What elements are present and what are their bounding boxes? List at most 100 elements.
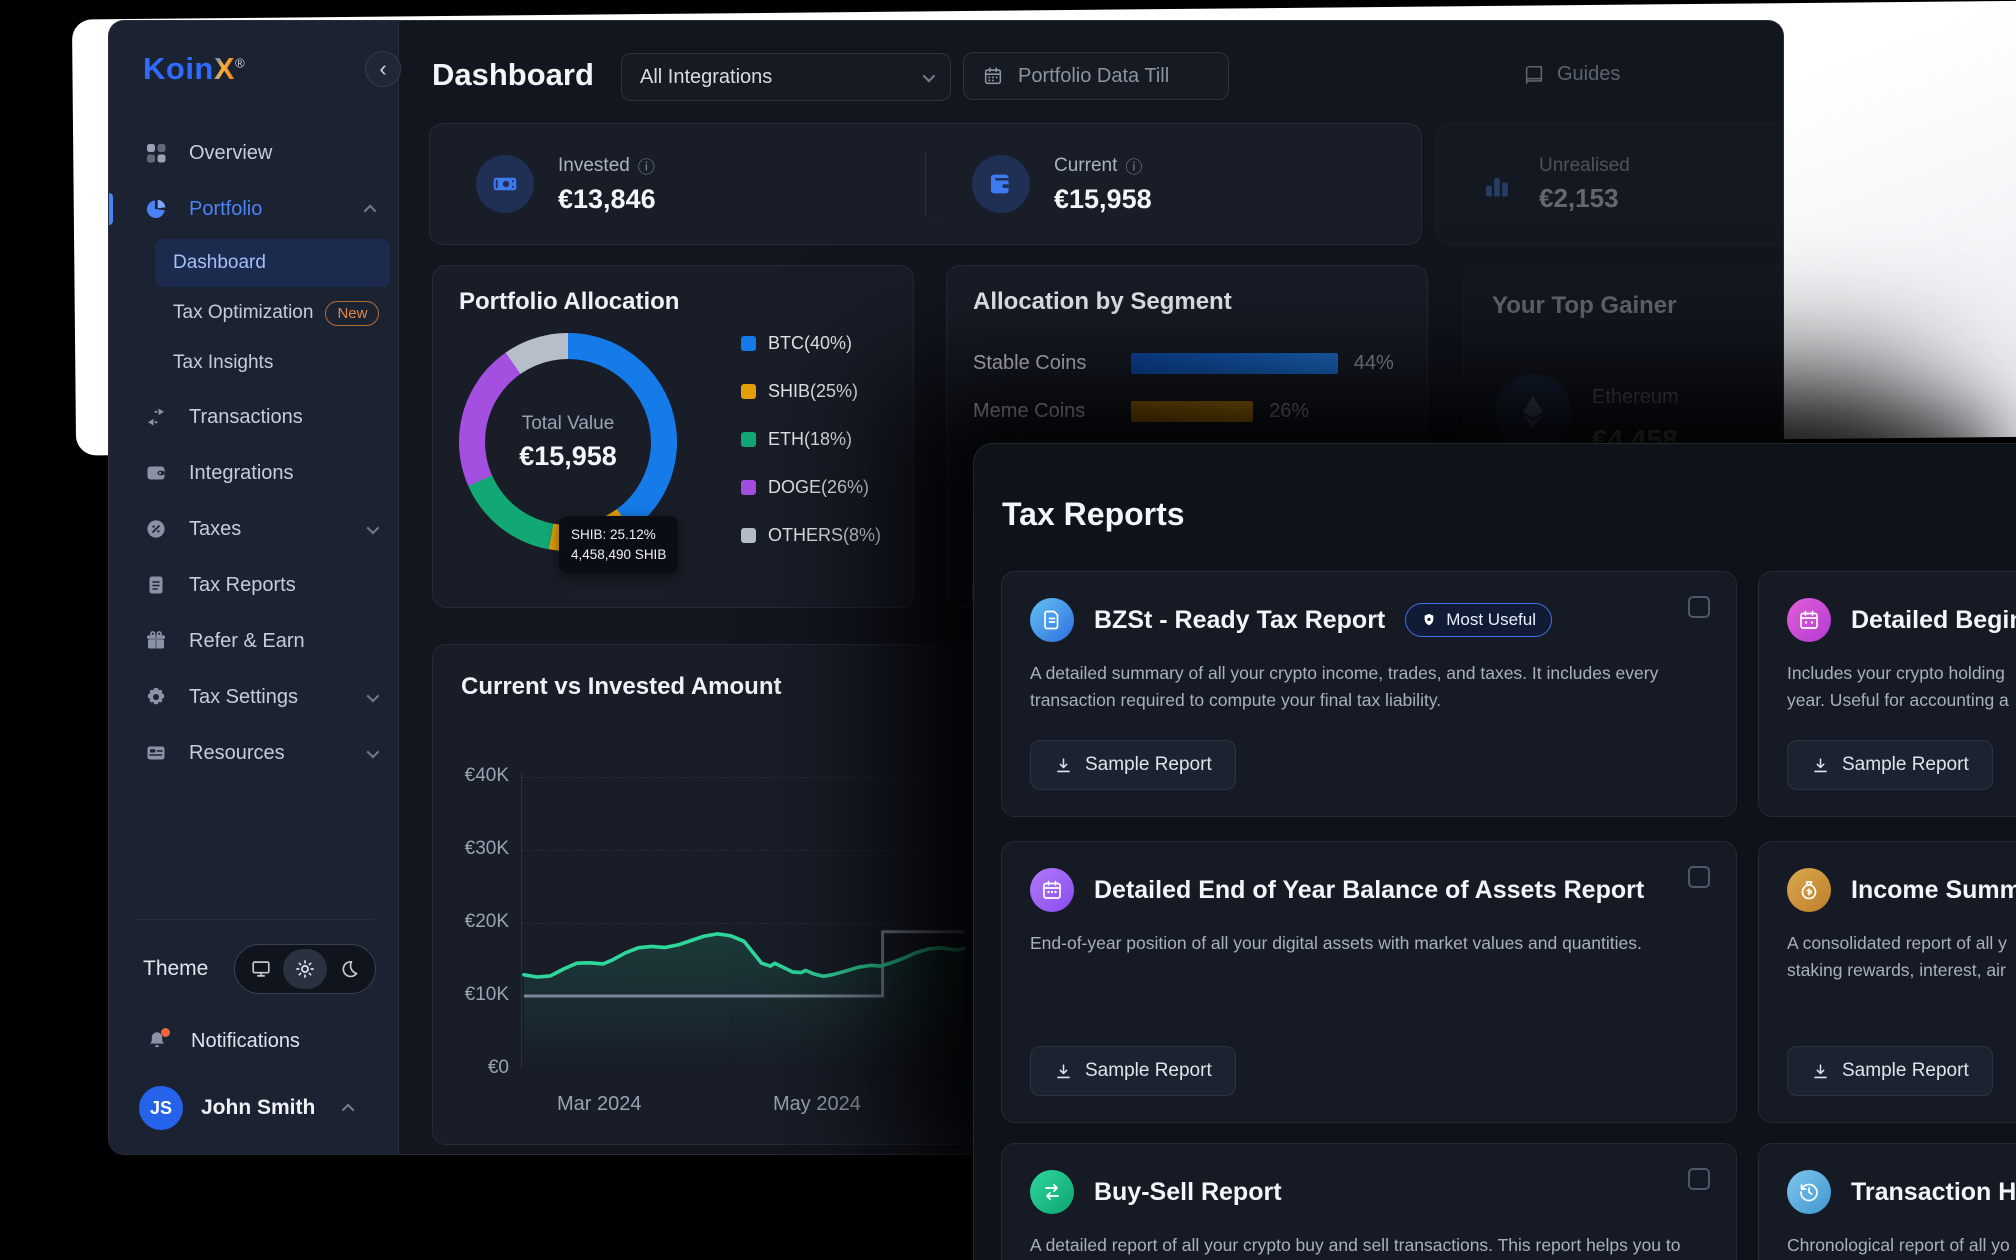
report-title: BZSt - Ready Tax Report [1094,606,1385,635]
download-icon [1811,756,1830,775]
stat-label-row: Invested ⓘ [558,153,656,178]
monitor-icon [250,958,272,980]
theme-dark-button[interactable] [327,949,371,989]
sidebar-subitem-tax-insights[interactable]: Tax Insights [155,339,390,387]
avatar: JS [139,1086,183,1130]
report-checkbox[interactable] [1688,596,1710,618]
legend-swatch [741,432,756,447]
pie-chart-icon [143,196,169,222]
sample-report-button[interactable]: Sample Report [1030,1046,1236,1096]
report-title: Detailed Begin [1851,606,2016,635]
sidebar-item-integrations[interactable]: Integrations [109,445,398,501]
report-description: A consolidated report of all y staking r… [1787,930,2016,984]
sidebar-item-label: Overview [189,142,272,165]
chevron-up-icon [364,204,377,217]
banknote-icon [476,155,534,213]
sample-report-button[interactable]: Sample Report [1030,740,1236,790]
total-value-label: Total Value [522,413,615,435]
current-label: Current [1054,155,1117,177]
report-checkbox[interactable] [1688,1168,1710,1190]
report-description: A detailed summary of all your crypto in… [1030,660,1708,714]
segment-percent: 44% [1354,352,1394,375]
sidebar-subitem-tax-optimization[interactable]: Tax Optimization New [155,289,390,337]
sample-report-button[interactable]: Sample Report [1787,740,1993,790]
performance-title: Current vs Invested Amount [461,673,782,701]
gift-icon [143,628,169,654]
sidebar-item-taxes[interactable]: Taxes [109,501,398,557]
sidebar-item-refer-earn[interactable]: Refer & Earn [109,613,398,669]
portfolio-date-filter[interactable]: Portfolio Data Till [963,52,1229,100]
sidebar-footer: Theme [109,919,398,1130]
integrations-dropdown[interactable]: All Integrations [621,53,951,101]
legend-swatch [741,528,756,543]
integrations-dropdown-value: All Integrations [640,66,772,89]
allocation-title: Portfolio Allocation [459,288,679,316]
sidebar-item-transactions[interactable]: Transactions [109,389,398,445]
report-title: Buy-Sell Report [1094,1178,1282,1207]
sidebar-collapse-button[interactable]: ‹ [365,51,401,87]
report-description: A detailed report of all your crypto buy… [1030,1232,1708,1260]
calendar-report-icon [1787,598,1831,642]
report-card-buy-sell: Buy-Sell Report A detailed report of all… [1001,1143,1737,1260]
sidebar-item-label: Taxes [189,518,241,541]
most-useful-badge: Most Useful [1405,603,1552,637]
x-tick: Mar 2024 [557,1093,642,1116]
stats-band: Invested ⓘ €13,846 Current ⓘ [429,123,1422,245]
info-icon[interactable]: ⓘ [638,153,655,178]
segment-row-meme-coins: Meme Coins 26% [973,400,1309,423]
report-card-bzst: BZSt - Ready Tax Report Most Useful A de… [1001,571,1737,817]
line-chart[interactable] [521,765,967,1075]
legend-item-btc: BTC(40%) [741,328,881,358]
report-card-detailed-beginning: Detailed Begin Includes your crypto hold… [1758,571,2016,817]
stat-label-row: Current ⓘ [1054,153,1152,178]
y-tick: €30K [443,838,509,860]
report-card-end-of-year: Detailed End of Year Balance of Assets R… [1001,841,1737,1123]
sun-icon [294,958,316,980]
sidebar-item-portfolio[interactable]: Portfolio [109,181,398,237]
tooltip-line1: SHIB: 25.12% [571,525,666,545]
theme-light-button[interactable] [283,949,327,989]
segment-title: Allocation by Segment [973,288,1232,316]
segment-percent: 26% [1269,400,1309,423]
calendar-icon [982,65,1004,87]
chevron-down-icon [367,745,380,758]
new-badge: New [325,301,379,326]
chevron-down-icon [923,69,936,82]
sidebar-item-label: Transactions [189,406,303,429]
report-title: Detailed End of Year Balance of Assets R… [1094,876,1644,905]
notifications-item[interactable]: Notifications [109,1028,398,1054]
invested-stat: Invested ⓘ €13,846 [430,153,925,215]
sidebar-item-overview[interactable]: Overview [109,125,398,181]
guides-label: Guides [1557,63,1620,86]
report-title: Transaction Hi [1851,1178,2016,1207]
portfolio-subnav: Dashboard Tax Optimization New Tax Insig… [109,239,398,387]
shield-icon [1421,612,1437,628]
wallet-icon [143,460,169,486]
x-tick: May 2024 [773,1093,861,1116]
sidebar-subitem-dashboard[interactable]: Dashboard [155,239,390,287]
sidebar-item-resources[interactable]: Resources [109,725,398,781]
moon-icon [338,958,360,980]
y-tick: €40K [443,765,509,787]
swap-arrows-icon [143,404,169,430]
theme-system-button[interactable] [239,949,283,989]
notifications-label: Notifications [191,1030,300,1053]
page-title: Dashboard [432,57,594,93]
report-description: Includes your crypto holding year. Usefu… [1787,660,2016,714]
ethereum-icon [1495,374,1571,450]
user-menu[interactable]: JS John Smith [109,1086,398,1130]
info-icon[interactable]: ⓘ [1125,153,1142,178]
sample-report-button[interactable]: Sample Report [1787,1046,1993,1096]
calendar-report-icon [1030,868,1074,912]
report-checkbox[interactable] [1688,866,1710,888]
chevron-down-icon [367,689,380,702]
percent-badge-icon [143,516,169,542]
bar-chart-icon [1477,164,1517,204]
guides-link[interactable]: Guides [1523,63,1620,86]
sidebar-item-tax-reports[interactable]: Tax Reports [109,557,398,613]
sidebar-item-tax-settings[interactable]: Tax Settings [109,669,398,725]
segment-row-stable-coins: Stable Coins 44% [973,352,1394,375]
unrealised-value: €2,153 [1539,183,1659,214]
notification-dot [161,1028,170,1037]
theme-row: Theme [109,944,398,994]
